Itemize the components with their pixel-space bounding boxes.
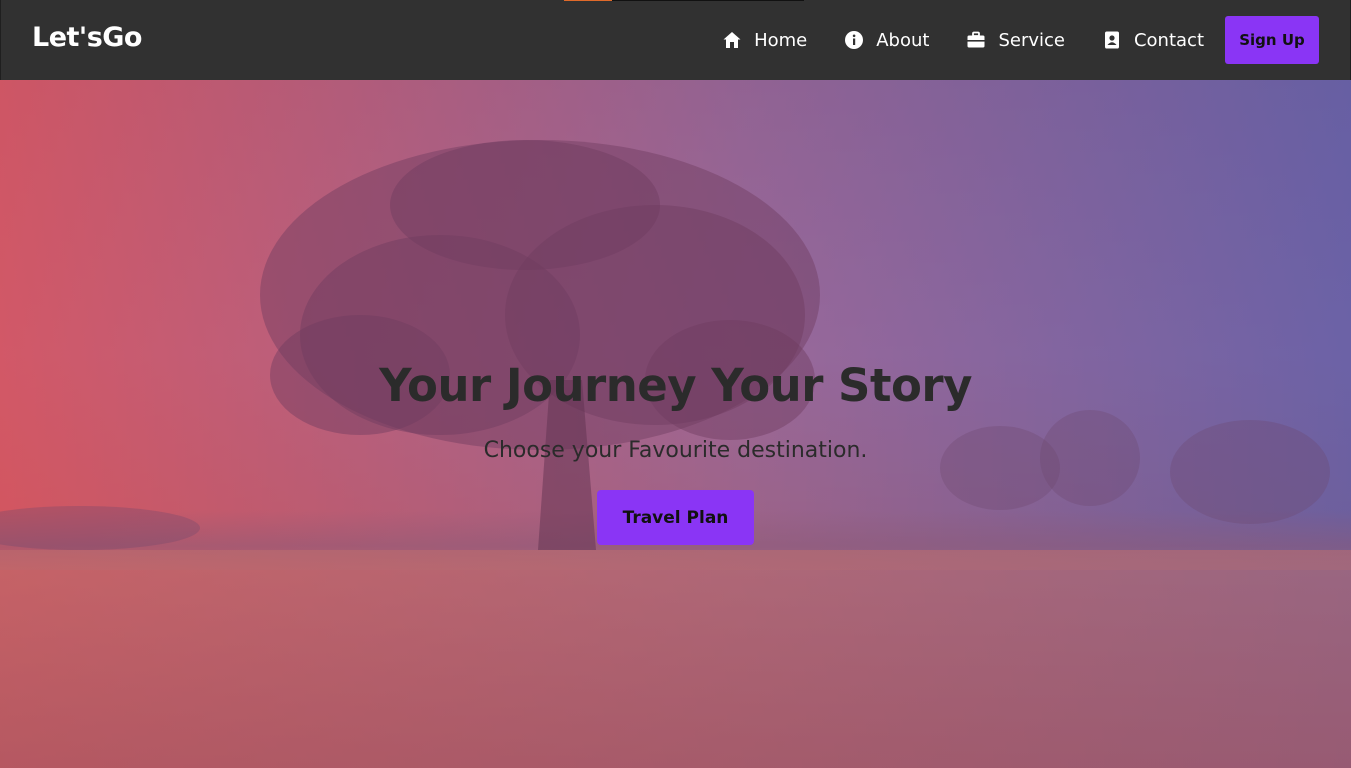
contact-card-icon xyxy=(1101,29,1123,51)
nav-item-home[interactable]: Home xyxy=(721,29,807,51)
travel-plan-button[interactable]: Travel Plan xyxy=(597,490,754,545)
nav-item-label: Contact xyxy=(1133,29,1204,51)
nav-links: Home About Service Contact Sign Up xyxy=(721,16,1319,64)
nav-item-service[interactable]: Service xyxy=(965,29,1065,51)
info-icon xyxy=(843,29,865,51)
brand-logo[interactable]: Let'sGo xyxy=(32,22,142,53)
hero-title: Your Journey Your Story xyxy=(379,359,972,412)
top-progress-strip xyxy=(564,0,804,1)
nav-item-label: Home xyxy=(754,29,808,51)
nav-item-contact[interactable]: Contact xyxy=(1101,29,1204,51)
home-icon xyxy=(721,29,743,51)
sign-up-button[interactable]: Sign Up xyxy=(1225,16,1319,64)
hero-content: Your Journey Your Story Choose your Favo… xyxy=(0,356,1351,545)
nav-item-label: About xyxy=(876,29,930,51)
nav-item-label: Service xyxy=(998,29,1065,51)
briefcase-icon xyxy=(965,29,987,51)
navbar: Let'sGo Home About Service Contact Sign … xyxy=(0,0,1351,80)
top-progress-accent xyxy=(564,0,612,1)
nav-item-about[interactable]: About xyxy=(843,29,929,51)
hero-section: Your Journey Your Story Choose your Favo… xyxy=(0,80,1351,768)
hero-subtitle: Choose your Favourite destination. xyxy=(483,438,868,463)
